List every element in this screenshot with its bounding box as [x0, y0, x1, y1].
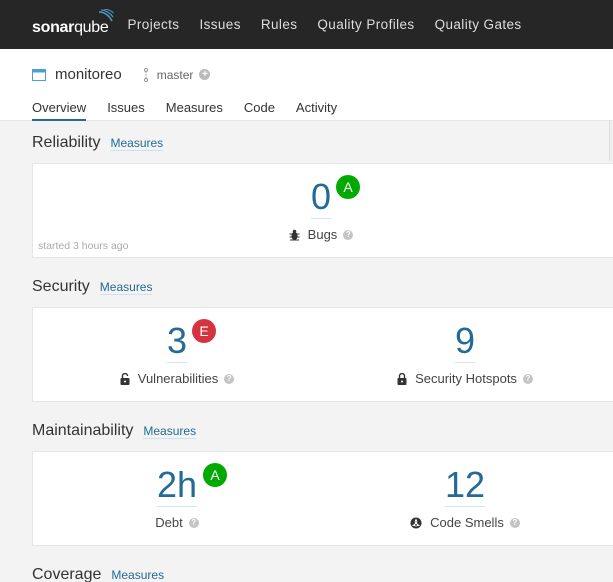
security-card: 3 Vulnerabilities ? E 9 Security Hotspot…	[32, 307, 613, 402]
project-icon	[32, 68, 46, 81]
scroll-edge	[609, 121, 613, 161]
project-name[interactable]: monitoreo	[55, 66, 122, 83]
maintainability-section-title: Maintainability Measures	[32, 422, 197, 440]
coverage-section-title: Coverage Measures	[32, 566, 164, 582]
coverage-measures-link[interactable]: Measures	[111, 568, 164, 582]
debt-label: Debt	[155, 515, 183, 530]
tab-activity[interactable]: Activity	[296, 100, 337, 121]
lock-icon	[120, 372, 130, 385]
hotspots-label: Security Hotspots	[415, 371, 517, 386]
branch-icon	[143, 67, 148, 82]
hotspots-measure: 9 Security Hotspots ?	[375, 322, 555, 386]
tab-measures[interactable]: Measures	[166, 100, 223, 121]
tab-code[interactable]: Code	[244, 100, 275, 121]
vulnerabilities-value[interactable]: 3	[166, 322, 188, 363]
maintainability-card: 2h Debt ? A 12 Code Smells ?	[32, 451, 613, 546]
vulnerabilities-label: Vulnerabilities	[137, 371, 219, 386]
code-smells-label: Code Smells	[430, 515, 504, 530]
bugs-value[interactable]: 0	[310, 178, 332, 219]
code-smells-value[interactable]: 12	[444, 466, 486, 507]
nav-projects[interactable]: Projects	[127, 17, 179, 32]
bugs-rating-badge[interactable]: A	[336, 175, 360, 199]
nav-rules[interactable]: Rules	[261, 17, 298, 32]
branch-name[interactable]: master	[157, 68, 194, 82]
tab-overview[interactable]: Overview	[32, 100, 87, 121]
hotspot-lock-icon	[397, 372, 407, 385]
project-header: monitoreo master + Overview Issues Measu…	[0, 49, 613, 121]
sonarqube-logo[interactable]: sonarqube	[32, 8, 115, 36]
reliability-measures-link[interactable]: Measures	[110, 136, 164, 151]
nav-issues[interactable]: Issues	[199, 17, 240, 32]
debt-value[interactable]: 2h	[156, 466, 198, 507]
help-icon[interactable]: ?	[509, 517, 520, 528]
code-smell-icon	[410, 517, 422, 529]
section-name-reliability: Reliability	[32, 134, 101, 151]
nav-quality-gates[interactable]: Quality Gates	[435, 17, 522, 32]
project-tabs: Overview Issues Measures Code Activity	[32, 100, 358, 121]
help-icon[interactable]: ?	[224, 373, 235, 384]
nav-quality-profiles[interactable]: Quality Profiles	[317, 17, 414, 32]
maintainability-measures-link[interactable]: Measures	[143, 424, 197, 439]
code-smells-measure: 12 Code Smells ?	[385, 466, 545, 530]
top-navbar: sonarqube Projects Issues Rules Quality …	[0, 0, 613, 49]
section-name-maintainability: Maintainability	[32, 422, 134, 439]
security-section-title: Security Measures	[32, 278, 153, 296]
help-icon[interactable]: ?	[188, 517, 199, 528]
logo-waves-icon	[99, 8, 115, 21]
section-name-coverage: Coverage	[32, 566, 102, 582]
analysis-started-text: started 3 hours ago	[38, 240, 129, 252]
reliability-section-title: Reliability Measures	[32, 134, 164, 152]
vulnerabilities-measure: 3 Vulnerabilities ?	[97, 322, 257, 386]
reliability-card: 0 Bugs ? A started 3 hours ago	[32, 163, 613, 258]
hotspots-value[interactable]: 9	[454, 322, 476, 363]
tab-issues[interactable]: Issues	[107, 100, 145, 121]
bugs-label: Bugs	[307, 227, 338, 242]
help-icon[interactable]: ?	[522, 373, 533, 384]
help-icon[interactable]: ?	[343, 229, 354, 240]
debt-rating-badge[interactable]: A	[203, 463, 227, 487]
logo-text-bold: sonar	[32, 18, 75, 36]
bug-icon	[289, 229, 300, 241]
section-name-security: Security	[32, 278, 90, 295]
security-measures-link[interactable]: Measures	[99, 280, 153, 295]
add-branch-icon[interactable]: +	[199, 69, 211, 80]
vulnerabilities-rating-badge[interactable]: E	[192, 319, 216, 343]
